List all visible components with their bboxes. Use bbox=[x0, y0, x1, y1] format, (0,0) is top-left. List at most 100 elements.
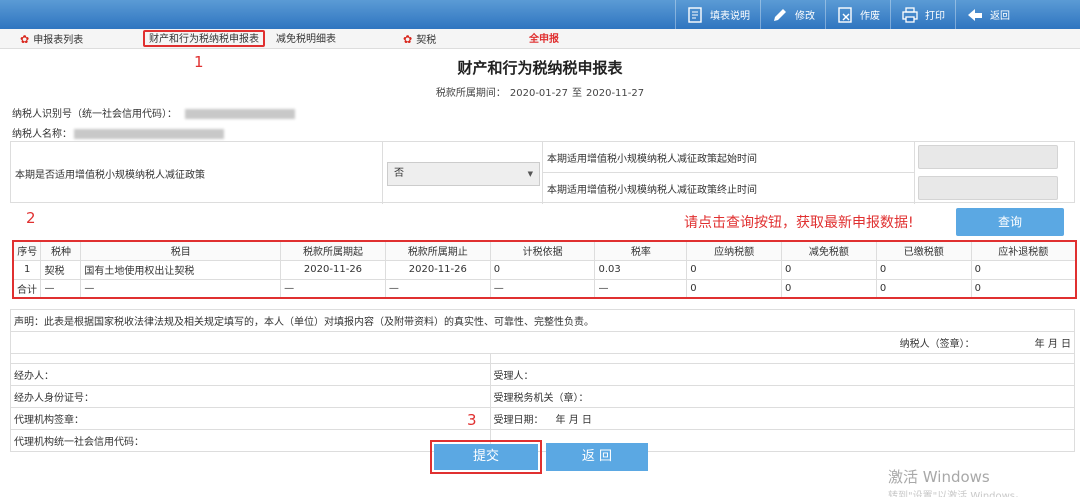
tab-label: 契税 bbox=[416, 35, 437, 46]
table-cell: 契税 bbox=[40, 259, 82, 280]
taxpayer-name-label: 纳税人名称： bbox=[12, 129, 72, 140]
top-toolbar: 填表说明 修改 作废 打印 返回 bbox=[0, 0, 1080, 29]
printer-icon bbox=[901, 6, 919, 24]
spacer-cell bbox=[10, 353, 491, 364]
policy-start-date-input[interactable] bbox=[918, 145, 1058, 169]
table-cell: 0 bbox=[875, 259, 972, 280]
tax-period: 税款所属期间： 2020-01-27 至 2020-11-27 bbox=[0, 84, 1080, 99]
table-cell: 合计 bbox=[12, 278, 42, 299]
gear-icon: ✿ bbox=[20, 33, 30, 46]
taxpayer-id-label: 纳税人识别号（统一社会信用代码）： bbox=[12, 109, 177, 120]
column-header: 税种 bbox=[40, 240, 82, 261]
table-cell: 2020-11-26 bbox=[280, 259, 386, 280]
policy-end-date-input[interactable] bbox=[918, 176, 1058, 200]
submit-button[interactable]: 提交 bbox=[430, 440, 542, 474]
column-header: 税款所属期止 bbox=[384, 240, 491, 261]
print-label: 打印 bbox=[925, 11, 945, 22]
agency-sign-label: 代理机构签章： bbox=[10, 407, 491, 430]
column-header: 税款所属期起 bbox=[280, 240, 386, 261]
table-cell: — bbox=[280, 278, 386, 299]
void-label: 作废 bbox=[860, 11, 880, 22]
select-value: 否 bbox=[394, 168, 404, 179]
policy-end-label-cell: 本期适用增值税小规模纳税人减征政策终止时间 bbox=[543, 173, 915, 204]
back-button[interactable]: 返 回 bbox=[546, 443, 648, 471]
void-button[interactable]: 作废 bbox=[825, 0, 890, 29]
column-header: 减免税额 bbox=[781, 240, 877, 261]
period-label: 税款所属期间： bbox=[435, 88, 506, 99]
taxpayer-signature-row: 纳税人（签章）： 年 月 日 bbox=[10, 331, 1075, 354]
table-cell: — bbox=[80, 278, 282, 299]
tab-declaration-list[interactable]: ✿ 申报表列表 bbox=[20, 31, 83, 48]
spacer-cell bbox=[489, 353, 1076, 364]
void-document-icon bbox=[836, 6, 854, 24]
tab-bar: ✿ 申报表列表 财产和行为税纳税申报表 减免税明细表 ✿ 契税 全申报 bbox=[0, 29, 1080, 49]
receive-date-value: 年 月 日 bbox=[555, 415, 592, 426]
taxpayer-id-redacted bbox=[185, 109, 295, 119]
tab-label: 财产和行为税纳税申报表 bbox=[149, 34, 259, 45]
fill-guide-label: 填表说明 bbox=[710, 11, 750, 22]
tab-deed-tax[interactable]: ✿ 契税 bbox=[403, 31, 436, 48]
small-scale-select[interactable]: 否 ▼ bbox=[387, 162, 540, 186]
receive-date-row: 受理日期： 年 月 日 bbox=[489, 407, 1076, 430]
tab-property-behavior-tax-form[interactable]: 财产和行为税纳税申报表 bbox=[143, 30, 265, 47]
pencil-icon bbox=[771, 6, 789, 24]
table-cell: 0.03 bbox=[594, 259, 688, 280]
table-cell: 0 bbox=[686, 278, 783, 299]
tab-tax-reduction-detail[interactable]: 减免税明细表 bbox=[276, 31, 336, 48]
policy-start-label: 本期适用增值税小规模纳税人减征政策起始时间 bbox=[547, 153, 757, 165]
submit-label: 提交 bbox=[434, 444, 538, 470]
receiver-label: 受理人： bbox=[489, 363, 1076, 386]
column-header: 已缴税额 bbox=[875, 240, 972, 261]
taxpayer-id-row: 纳税人识别号（统一社会信用代码）： bbox=[12, 105, 295, 120]
return-button[interactable]: 返回 bbox=[955, 0, 1020, 29]
tab-full-declaration[interactable]: 全申报 bbox=[529, 31, 559, 48]
annotation-number: 2 bbox=[26, 209, 36, 227]
small-scale-policy-section: 本期是否适用增值税小规模纳税人减征政策 否 ▼ 本期适用增值税小规模纳税人减征政策… bbox=[10, 141, 1075, 204]
declaration-statement: 声明：此表是根据国家税收法律法规及相关规定填写的，本人（单位）对填报内容（及附带… bbox=[10, 309, 1075, 332]
chevron-down-icon: ▼ bbox=[527, 170, 533, 178]
table-cell: 0 bbox=[875, 278, 972, 299]
column-header: 税目 bbox=[80, 240, 282, 261]
column-header: 序号 bbox=[12, 240, 42, 261]
column-header: 应补退税额 bbox=[970, 240, 1077, 261]
table-cell: — bbox=[489, 278, 596, 299]
taxpayer-name-redacted bbox=[74, 129, 224, 139]
tab-label: 申报表列表 bbox=[33, 35, 84, 46]
fill-guide-button[interactable]: 填表说明 bbox=[675, 0, 760, 29]
modify-button[interactable]: 修改 bbox=[760, 0, 825, 29]
agency-code-label: 代理机构统一社会信用代码： bbox=[10, 429, 491, 452]
table-cell: — bbox=[40, 278, 82, 299]
small-scale-label-cell: 本期是否适用增值税小规模纳税人减征政策 bbox=[11, 142, 383, 204]
query-button[interactable]: 查询 bbox=[956, 208, 1064, 236]
form-title: 财产和行为税纳税申报表 bbox=[457, 59, 623, 77]
print-button[interactable]: 打印 bbox=[890, 0, 955, 29]
tab-label: 全申报 bbox=[529, 34, 559, 45]
taxpayer-name-row: 纳税人名称： bbox=[12, 125, 224, 140]
table-cell: 国有土地使用权出让契税 bbox=[80, 259, 282, 280]
handler-id-label: 经办人身份证号： bbox=[10, 385, 491, 408]
query-notice: 请点击查询按钮，获取最新申报数据! bbox=[684, 215, 914, 231]
sign-date: 年 月 日 bbox=[1034, 339, 1071, 350]
tax-office-label: 受理税务机关（章）： bbox=[489, 385, 1076, 408]
table-cell: 1 bbox=[12, 259, 42, 280]
policy-end-label: 本期适用增值税小规模纳税人减征政策终止时间 bbox=[547, 185, 757, 196]
column-header: 计税依据 bbox=[489, 240, 596, 261]
table-cell: 0 bbox=[686, 259, 783, 280]
period-separator: 至 bbox=[572, 88, 582, 99]
table-cell: 0 bbox=[970, 259, 1077, 280]
table-cell: 0 bbox=[489, 259, 596, 280]
handler-label: 经办人： bbox=[10, 363, 491, 386]
document-icon bbox=[686, 6, 704, 24]
gear-icon: ✿ bbox=[403, 33, 413, 46]
table-cell: — bbox=[594, 278, 688, 299]
return-label: 返回 bbox=[990, 11, 1010, 22]
declaration-table: 声明：此表是根据国家税收法律法规及相关规定填写的，本人（单位）对填报内容（及附带… bbox=[10, 309, 1076, 452]
table-cell: 0 bbox=[781, 278, 877, 299]
period-start: 2020-01-27 bbox=[509, 88, 568, 99]
tab-label: 减免税明细表 bbox=[276, 34, 336, 45]
table-cell: 2020-11-26 bbox=[384, 259, 491, 280]
table-cell: 0 bbox=[970, 278, 1077, 299]
period-end: 2020-11-27 bbox=[586, 88, 645, 99]
table-header-row: 序号 税种 税目 税款所属期起 税款所属期止 计税依据 税率 应纳税额 减免税额… bbox=[12, 240, 1077, 261]
back-arrow-icon bbox=[966, 6, 984, 24]
